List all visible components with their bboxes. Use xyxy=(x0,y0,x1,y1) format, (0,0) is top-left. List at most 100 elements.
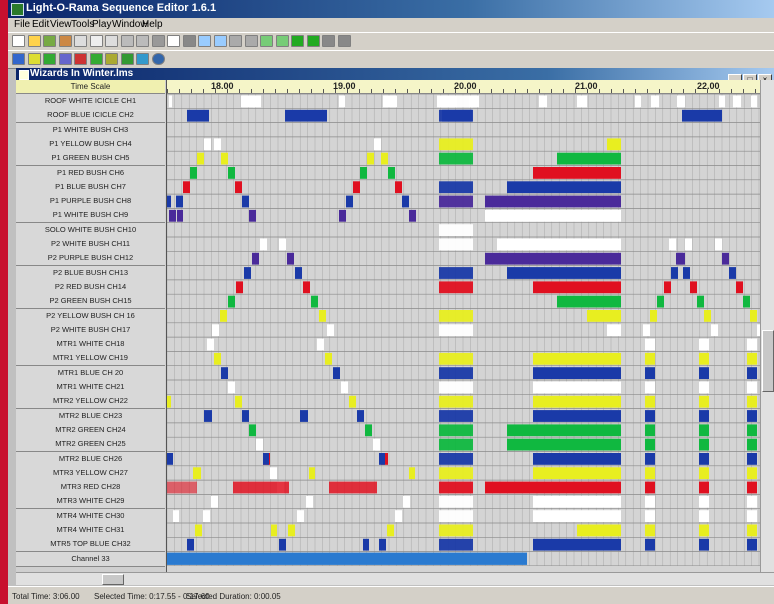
cell-effect[interactable] xyxy=(228,381,235,394)
cell-effect[interactable] xyxy=(699,352,709,365)
channel-label[interactable]: MTR2 GREEN CH24 xyxy=(16,422,165,438)
cell-effect[interactable] xyxy=(507,267,621,279)
cell-effect[interactable] xyxy=(325,352,332,365)
cell-effect[interactable] xyxy=(388,167,395,179)
cell-effect[interactable] xyxy=(533,381,621,394)
cell-effect[interactable] xyxy=(306,495,313,508)
cell-effect[interactable] xyxy=(439,267,473,279)
cell-effect[interactable] xyxy=(439,152,473,165)
cell-effect[interactable] xyxy=(339,209,346,222)
cell-effect[interactable] xyxy=(747,438,757,451)
cells-canvas[interactable] xyxy=(167,94,760,566)
cell-effect[interactable] xyxy=(260,238,267,251)
cell-effect[interactable] xyxy=(439,495,473,508)
cell-effect[interactable] xyxy=(743,295,750,308)
cell-effect[interactable] xyxy=(685,238,692,251)
cell-effect[interactable] xyxy=(577,524,621,537)
tool-c-icon[interactable] xyxy=(43,53,56,65)
channel-label[interactable]: SOLO WHITE BUSH CH10 xyxy=(16,222,165,238)
cell-effect[interactable] xyxy=(303,281,310,294)
save-icon[interactable] xyxy=(43,35,56,47)
cell-effect[interactable] xyxy=(747,453,757,465)
cell-effect[interactable] xyxy=(699,481,709,494)
channel-label[interactable]: P2 RED BUSH CH14 xyxy=(16,279,165,295)
channel-label[interactable]: MTR5 TOP BLUE CH32 xyxy=(16,537,165,553)
cell-effect[interactable] xyxy=(349,395,356,408)
cell-effect[interactable] xyxy=(557,152,621,165)
cell-effect[interactable] xyxy=(747,367,757,379)
play-icon[interactable] xyxy=(291,35,304,47)
cell-effect[interactable] xyxy=(645,367,655,379)
cell-effect[interactable] xyxy=(747,524,757,537)
cell-effect[interactable] xyxy=(169,209,176,222)
cell-effect[interactable] xyxy=(699,538,709,551)
cell-effect[interactable] xyxy=(533,395,621,408)
cell-effect[interactable] xyxy=(346,195,353,208)
channel-label[interactable]: MTR2 BLUE CH26 xyxy=(16,451,165,467)
cell-effect[interactable] xyxy=(236,281,243,294)
cell-effect[interactable] xyxy=(365,424,372,437)
cell-effect[interactable] xyxy=(651,95,659,108)
cell-effect[interactable] xyxy=(360,167,367,179)
zoom-out-icon[interactable] xyxy=(275,35,289,47)
cell-effect[interactable] xyxy=(167,395,171,408)
cell-effect[interactable] xyxy=(402,195,409,208)
cell-effect[interactable] xyxy=(220,310,227,322)
cell-effect[interactable] xyxy=(711,324,718,337)
cell-effect[interactable] xyxy=(357,410,364,422)
cell-effect[interactable] xyxy=(167,552,527,565)
cell-effect[interactable] xyxy=(699,524,709,537)
cell-effect[interactable] xyxy=(319,310,326,322)
channel-label[interactable]: P1 WHITE BUSH CH9 xyxy=(16,208,165,224)
tool-f-icon[interactable] xyxy=(89,53,103,65)
cell-effect[interactable] xyxy=(557,295,621,308)
cell-effect[interactable] xyxy=(750,310,757,322)
save-as-icon[interactable] xyxy=(58,35,72,47)
cell-effect[interactable] xyxy=(657,295,664,308)
cell-effect[interactable] xyxy=(645,538,655,551)
cell-effect[interactable] xyxy=(699,495,709,508)
cell-effect[interactable] xyxy=(288,524,295,537)
cell-effect[interactable] xyxy=(439,538,473,551)
cell-effect[interactable] xyxy=(664,281,671,294)
channel-label[interactable]: MTR3 WHITE CH29 xyxy=(16,494,165,510)
cell-effect[interactable] xyxy=(539,95,547,108)
cell-effect[interactable] xyxy=(497,238,621,251)
cell-effect[interactable] xyxy=(699,410,709,422)
cell-effect[interactable] xyxy=(329,481,377,494)
pause-icon[interactable] xyxy=(322,35,335,47)
tool-h-icon[interactable] xyxy=(120,53,134,65)
channel-label[interactable]: P2 WHITE BUSH CH11 xyxy=(16,237,165,252)
channel-label[interactable]: MTR3 RED CH28 xyxy=(16,480,165,496)
cell-effect[interactable] xyxy=(297,510,304,522)
cell-effect[interactable] xyxy=(167,195,171,208)
zoom-in-icon[interactable] xyxy=(260,35,273,47)
cell-effect[interactable] xyxy=(253,95,261,108)
cell-effect[interactable] xyxy=(439,481,473,494)
cell-effect[interactable] xyxy=(439,467,473,480)
horizontal-scroll-thumb[interactable] xyxy=(102,574,124,585)
cell-effect[interactable] xyxy=(228,295,235,308)
cell-effect[interactable] xyxy=(169,95,172,108)
cell-effect[interactable] xyxy=(244,267,251,279)
cell-effect[interactable] xyxy=(177,209,183,222)
cell-effect[interactable] xyxy=(699,438,709,451)
cell-effect[interactable] xyxy=(507,438,621,451)
cell-effect[interactable] xyxy=(697,295,704,308)
off-icon[interactable] xyxy=(182,35,196,47)
cell-effect[interactable] xyxy=(699,338,709,351)
cell-effect[interactable] xyxy=(242,195,249,208)
cell-effect[interactable] xyxy=(207,338,214,351)
menu-view[interactable]: View xyxy=(50,19,72,30)
cell-effect[interactable] xyxy=(682,109,722,122)
channel-label[interactable]: P2 GREEN BUSH CH15 xyxy=(16,294,165,310)
help-icon[interactable] xyxy=(151,53,165,65)
channel-label[interactable]: P1 PURPLE BUSH CH8 xyxy=(16,194,165,210)
cell-effect[interactable] xyxy=(214,352,221,365)
cell-effect[interactable] xyxy=(279,238,286,251)
channel-label[interactable]: P1 WHITE BUSH CH3 xyxy=(16,122,165,138)
tool-d-icon[interactable] xyxy=(58,53,72,65)
cell-effect[interactable] xyxy=(485,209,621,222)
channel-label[interactable]: Channel 33 xyxy=(16,551,165,567)
tool-e-icon[interactable] xyxy=(74,53,87,65)
